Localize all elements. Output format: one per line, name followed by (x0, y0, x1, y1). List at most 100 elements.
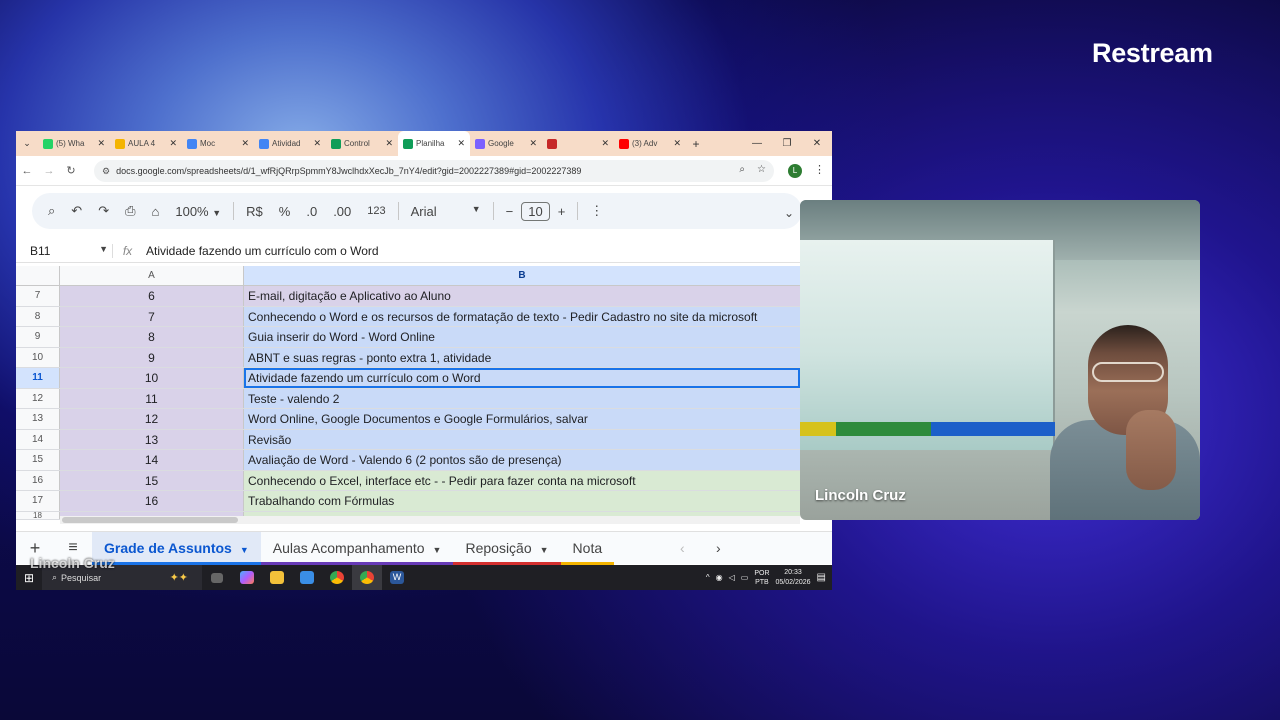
file-explorer-icon[interactable] (262, 565, 292, 590)
chrome-icon[interactable] (322, 565, 352, 590)
cell-b[interactable]: Atividade fazendo um currículo com o Wor… (244, 368, 800, 388)
word-icon[interactable]: W (382, 565, 412, 590)
row-number[interactable]: 11 (16, 368, 60, 388)
name-box[interactable]: B11 ▼ (16, 244, 112, 258)
bookmark-star-icon[interactable]: ☆ (757, 164, 766, 175)
redo-icon[interactable]: ↷ (90, 203, 117, 219)
select-all-corner[interactable] (16, 266, 60, 285)
cell-b[interactable]: Revisão (244, 429, 800, 449)
remote-desktop-icon[interactable] (292, 565, 322, 590)
row-number[interactable]: 8 (16, 306, 60, 326)
increase-decimal-button[interactable]: .00 (325, 204, 359, 219)
tab-close-icon[interactable]: ✕ (457, 138, 465, 149)
chevron-down-icon[interactable]: ▼ (240, 545, 249, 555)
tab-search-chevron-icon[interactable]: ⌄ (16, 138, 38, 149)
minimize-icon[interactable]: — (742, 131, 772, 156)
cell-a[interactable]: 15 (60, 470, 244, 490)
notification-icon[interactable]: ▤ (817, 572, 826, 583)
cell-a[interactable]: 14 (60, 450, 244, 470)
column-header-a[interactable]: A (60, 266, 244, 285)
row-number[interactable]: 14 (16, 429, 60, 449)
undo-icon[interactable]: ↶ (63, 203, 90, 219)
cell-b[interactable]: Avaliação de Word - Valendo 6 (2 pontos … (244, 450, 800, 470)
browser-tab[interactable]: Google ✕ (470, 131, 542, 156)
browser-tab[interactable]: (5) Wha ✕ (38, 131, 110, 156)
tab-close-icon[interactable]: ✕ (673, 138, 681, 149)
windows-start-icon[interactable]: ⊞ (16, 571, 42, 585)
cell-a[interactable]: 10 (60, 368, 244, 388)
font-select[interactable]: Arial ▼ (403, 204, 489, 219)
browser-menu-icon[interactable]: ⋮ (814, 163, 825, 176)
site-info-icon[interactable]: ⚙ (102, 166, 110, 177)
row-number[interactable]: 12 (16, 388, 60, 408)
new-tab-button[interactable]: + (686, 137, 706, 151)
task-view-icon[interactable] (202, 565, 232, 590)
browser-tab[interactable]: Control ✕ (326, 131, 398, 156)
scrollbar-thumb[interactable] (62, 517, 238, 523)
more-formats-button[interactable]: 123 (359, 205, 393, 217)
cell-b[interactable]: Conhecendo o Word e os recursos de forma… (244, 306, 800, 326)
tab-close-icon[interactable]: ✕ (385, 138, 393, 149)
zoom-icon[interactable]: ⌕ (739, 164, 745, 175)
clock[interactable]: 20:33 05/02/2026 (776, 568, 811, 588)
language-indicator[interactable]: POR PTB (754, 569, 769, 587)
chevron-right-icon[interactable]: › (716, 532, 721, 565)
browser-tab[interactable]: Atividad ✕ (254, 131, 326, 156)
tab-close-icon[interactable]: ✕ (97, 138, 105, 149)
cell-a[interactable]: 8 (60, 327, 244, 347)
chevron-left-icon[interactable]: ‹ (680, 532, 685, 565)
browser-tab[interactable]: AULA 4 ✕ (110, 131, 182, 156)
sheet-tab[interactable]: Reposição ▼ (453, 532, 561, 565)
chevron-down-icon[interactable]: ▼ (433, 545, 442, 555)
cell-b[interactable]: Guia inserir do Word - Word Online (244, 327, 800, 347)
network-icon[interactable]: ◉ (716, 573, 723, 582)
zoom-select[interactable]: 100% ▼ (167, 204, 229, 219)
cell-b[interactable]: Teste - valendo 2 (244, 388, 800, 408)
percent-format-button[interactable]: % (271, 204, 299, 219)
sheet-tab[interactable]: Grade de Assuntos ▼ (92, 531, 261, 565)
formula-input[interactable]: Atividade fazendo um currículo com o Wor… (142, 244, 379, 258)
decrease-decimal-button[interactable]: .0 (298, 204, 325, 219)
cell-a[interactable]: 7 (60, 306, 244, 326)
row-number[interactable]: 16 (16, 470, 60, 490)
tab-close-icon[interactable]: ✕ (529, 138, 537, 149)
browser-tab[interactable]: ✕ (542, 131, 614, 156)
font-size-increase-button[interactable]: + (550, 204, 574, 219)
cell-a[interactable]: 9 (60, 347, 244, 367)
copilot-app-icon[interactable] (232, 565, 262, 590)
paint-format-icon[interactable]: ⌂ (144, 204, 168, 219)
back-icon[interactable]: ← (16, 165, 38, 177)
cell-a[interactable]: 6 (60, 286, 244, 306)
row-number[interactable]: 17 (16, 491, 60, 511)
browser-tab[interactable]: Planilha ✕ (398, 131, 470, 156)
profile-avatar[interactable]: L (788, 164, 802, 178)
cell-a[interactable]: 16 (60, 491, 244, 511)
font-size-decrease-button[interactable]: − (498, 204, 522, 219)
restore-icon[interactable]: ❐ (772, 131, 802, 156)
tab-close-icon[interactable]: ✕ (241, 138, 249, 149)
column-header-b[interactable]: B (244, 266, 800, 285)
browser-tab[interactable]: (3) Adv ✕ (614, 131, 686, 156)
reload-icon[interactable]: ↻ (60, 164, 82, 177)
row-number[interactable]: 9 (16, 327, 60, 347)
cell-b[interactable]: Conhecendo o Excel, interface etc - - Pe… (244, 470, 800, 490)
cell-b[interactable]: Word Online, Google Documentos e Google … (244, 409, 800, 429)
cell-b[interactable]: ABNT e suas regras - ponto extra 1, ativ… (244, 347, 800, 367)
chrome-profile-icon[interactable] (352, 565, 382, 590)
tab-close-icon[interactable]: ✕ (169, 138, 177, 149)
currency-format-button[interactable]: R$ (238, 204, 271, 219)
more-options-icon[interactable]: ⋮ (582, 203, 611, 219)
horizontal-scrollbar[interactable] (60, 516, 800, 524)
volume-icon[interactable]: ◁ (729, 573, 735, 582)
row-number[interactable]: 15 (16, 450, 60, 470)
row-number[interactable]: 10 (16, 347, 60, 367)
sheet-tab[interactable]: Nota (560, 532, 615, 565)
font-size-input[interactable]: 10 (521, 201, 550, 221)
cell-b[interactable]: E-mail, digitação e Aplicativo ao Aluno (244, 286, 800, 306)
search-menus-icon[interactable]: ⌕ (32, 203, 63, 219)
sheet-tab[interactable]: Aulas Acompanhamento ▼ (260, 532, 454, 565)
cell-b[interactable]: Trabalhando com Fórmulas (244, 491, 800, 511)
cell-a[interactable]: 12 (60, 409, 244, 429)
forward-icon[interactable]: → (38, 165, 60, 177)
cell-a[interactable]: 13 (60, 429, 244, 449)
